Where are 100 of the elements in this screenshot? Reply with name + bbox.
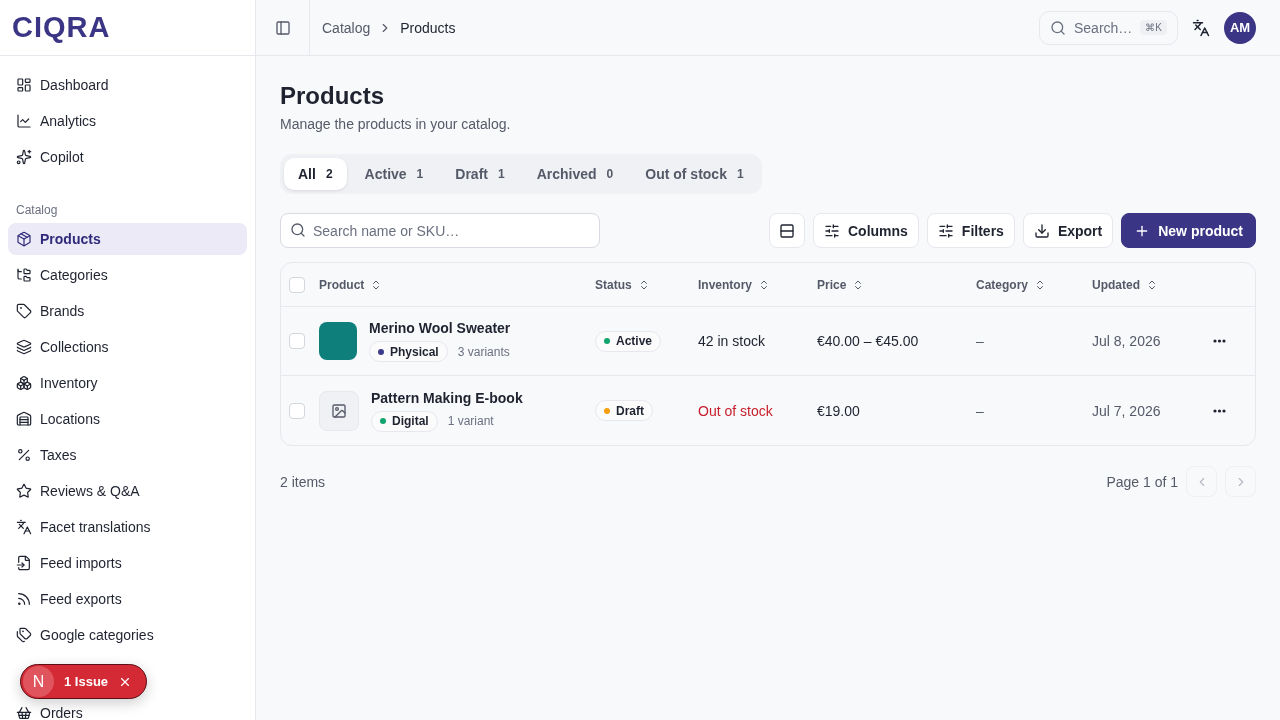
- category-cell: –: [976, 402, 984, 419]
- column-header[interactable]: Product: [319, 277, 595, 292]
- status-badge: Active: [595, 330, 662, 352]
- section-heading: Catalog: [15, 202, 59, 219]
- column-header[interactable]: Status: [595, 277, 698, 292]
- checkbox[interactable]: [289, 402, 305, 419]
- checkbox[interactable]: [289, 333, 305, 349]
- warehouse-icon: [16, 411, 32, 427]
- rss-icon: [16, 591, 32, 607]
- filter-tab[interactable]: Archived 0: [522, 158, 628, 190]
- new-product-button[interactable]: New product: [1121, 213, 1256, 248]
- date-cell: Jul 8, 2026: [1092, 333, 1161, 349]
- search-icon: [290, 222, 306, 238]
- sidebar-item[interactable]: Inventory: [8, 367, 247, 399]
- sidebar-item[interactable]: Analytics: [8, 105, 247, 137]
- inventory-cell: 42 in stock: [698, 333, 765, 349]
- price-cell: €19.00: [817, 402, 860, 419]
- search-icon: [1049, 19, 1066, 36]
- sidebar-item[interactable]: Copilot: [8, 141, 247, 173]
- sidebar-item[interactable]: Locations: [8, 403, 247, 435]
- tags-icon: [16, 627, 32, 643]
- dashboard-icon: [16, 77, 32, 93]
- date-cell: Jul 7, 2026: [1092, 402, 1161, 419]
- column-header[interactable]: Updated: [1092, 277, 1211, 292]
- chart-icon: [16, 113, 32, 129]
- tab-count: 2: [325, 167, 333, 181]
- download-icon[interactable]: [1033, 222, 1050, 239]
- column-header[interactable]: Price: [817, 277, 976, 292]
- shortcut-hint: ⌘K: [1140, 20, 1167, 35]
- filter-tab[interactable]: Active 1: [350, 158, 438, 190]
- sort-icon[interactable]: [1034, 278, 1046, 291]
- page-indicator: Page 1 of 1: [1106, 473, 1178, 490]
- sparkles-icon: [16, 149, 32, 165]
- issue-toast[interactable]: N 1 Issue: [20, 664, 148, 699]
- rows-icon[interactable]: [778, 222, 795, 239]
- sort-icon[interactable]: [1146, 278, 1158, 291]
- filter-tab[interactable]: Out of stock 1: [631, 158, 758, 190]
- sidebar-item[interactable]: Products: [8, 223, 247, 255]
- column-header[interactable]: Category: [976, 277, 1092, 292]
- density-button[interactable]: [768, 213, 805, 248]
- box-icon: [16, 231, 32, 247]
- sidebar-item[interactable]: Reviews & Q&A: [8, 475, 247, 507]
- image-icon: [331, 402, 347, 419]
- sidebar-item[interactable]: Feed imports: [8, 547, 247, 579]
- sidebar-item[interactable]: Collections: [8, 331, 247, 363]
- issue-count: 1 Issue: [64, 674, 109, 689]
- checkbox[interactable]: [289, 276, 305, 293]
- breadcrumb-link[interactable]: Catalog: [322, 19, 371, 36]
- sidebar-item[interactable]: Feed exports: [8, 583, 247, 615]
- sidebar-item[interactable]: Dashboard: [8, 69, 247, 101]
- sidebar-item[interactable]: Facet translations: [8, 511, 247, 543]
- tab-count: 1: [416, 167, 424, 181]
- variant-count: 1 variant: [447, 414, 494, 428]
- page-subtitle: Manage the products in your catalog.: [280, 116, 512, 132]
- breadcrumb-link[interactable]: Products: [400, 19, 456, 36]
- sidebar-item[interactable]: Google categories: [8, 619, 247, 651]
- ellipsis-icon: [1213, 339, 1226, 343]
- user-avatar[interactable]: AM: [1224, 11, 1256, 44]
- logo: CIQRA: [12, 11, 111, 44]
- tag-icon: [16, 303, 32, 319]
- sidebar-item[interactable]: Categories: [8, 259, 247, 291]
- export-button[interactable]: Export: [1022, 213, 1114, 248]
- price-cell: €40.00 – €45.00: [817, 333, 919, 349]
- star-icon: [16, 483, 32, 499]
- file-icon: [16, 555, 32, 571]
- panel-icon[interactable]: [274, 19, 291, 36]
- sliders-icon[interactable]: [823, 222, 840, 239]
- filter-tab[interactable]: All 2: [284, 158, 347, 190]
- column-header[interactable]: Inventory: [698, 277, 817, 292]
- sliders-icon[interactable]: [937, 222, 954, 239]
- translate-icon: [16, 519, 32, 535]
- type-badge: Physical: [369, 341, 448, 362]
- inventory-cell: Out of stock: [698, 402, 773, 419]
- tab-count: 1: [497, 167, 505, 181]
- item-count: 2 items: [280, 473, 326, 490]
- boxes-icon: [16, 375, 32, 391]
- tab-count: 0: [606, 167, 614, 181]
- product-name[interactable]: Merino Wool Sweater: [369, 320, 511, 336]
- sidebar-item[interactable]: Orders: [8, 697, 247, 720]
- variant-count: 3 variants: [457, 344, 510, 359]
- sidebar-item[interactable]: Brands: [8, 295, 247, 327]
- filters-button[interactable]: Filters: [926, 213, 1015, 248]
- translate-button[interactable]: [1192, 18, 1210, 37]
- category-cell: –: [976, 333, 984, 349]
- search-field[interactable]: Search… ⌘K: [1038, 10, 1178, 45]
- layers-icon: [16, 339, 32, 355]
- basket-icon: [16, 705, 32, 720]
- product-name[interactable]: Pattern Making E-book: [371, 389, 523, 406]
- tree-icon: [16, 267, 32, 283]
- filter-tab[interactable]: Draft 1: [441, 158, 519, 190]
- columns-button[interactable]: Columns: [812, 213, 919, 248]
- search-field[interactable]: Search name or SKU…: [280, 213, 600, 248]
- percent-icon: [16, 447, 32, 463]
- page-title: Products: [280, 82, 385, 110]
- tab-count: 1: [736, 167, 744, 181]
- sort-icon[interactable]: [758, 278, 770, 291]
- ellipsis-icon: [1213, 408, 1226, 413]
- sidebar-item[interactable]: Taxes: [8, 439, 247, 471]
- status-badge: Draft: [595, 400, 653, 421]
- toast-avatar: N: [23, 666, 54, 697]
